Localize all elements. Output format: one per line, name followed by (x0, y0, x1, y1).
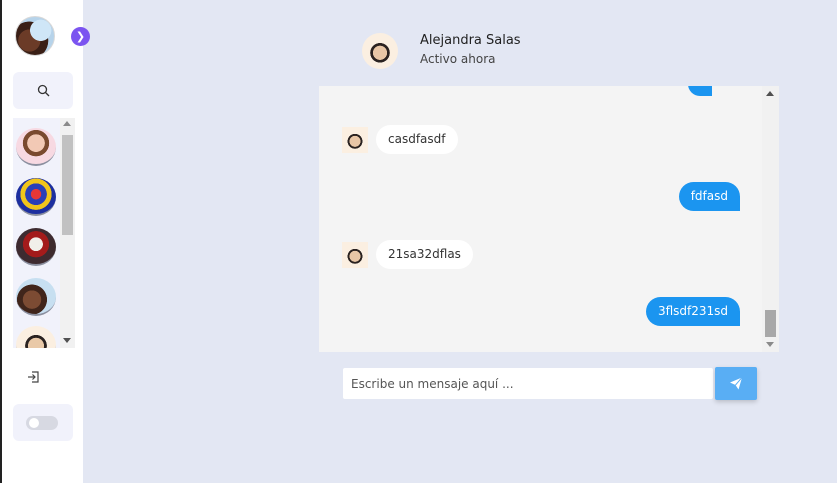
contact-avatar[interactable] (16, 326, 56, 348)
search-icon (37, 84, 50, 97)
scroll-down-arrow-icon[interactable] (63, 338, 71, 343)
contact-list-scrollbar[interactable] (60, 118, 75, 348)
expand-sidebar-button[interactable]: ❯ (71, 27, 90, 46)
theme-toggle-container (13, 404, 73, 441)
message-input[interactable] (343, 368, 713, 399)
send-button[interactable] (715, 367, 757, 400)
scroll-up-arrow-icon[interactable] (766, 91, 774, 96)
contact-status: Activo ahora (420, 52, 496, 66)
message-list-scrollbar[interactable] (762, 86, 779, 352)
contact-avatar-header (362, 33, 398, 69)
search-button[interactable] (13, 72, 73, 109)
contact-avatar[interactable] (16, 228, 56, 266)
contact-name: Alejandra Salas (420, 33, 521, 48)
contact-avatar[interactable] (16, 178, 56, 216)
message-avatar (342, 242, 368, 268)
message-bubble-received: 21sa32dflas (376, 240, 473, 269)
contact-avatar[interactable] (16, 128, 56, 166)
chevron-right-icon: ❯ (75, 30, 86, 43)
toggle-knob (29, 418, 39, 428)
paper-plane-icon (730, 377, 743, 390)
message-bubble-sent: fdfasd (678, 182, 740, 211)
scrollbar-thumb[interactable] (62, 135, 73, 235)
message-avatar (342, 127, 368, 153)
scrollbar-thumb[interactable] (765, 310, 776, 337)
message-input-wrapper (343, 368, 713, 399)
user-avatar[interactable] (15, 16, 55, 56)
logout-icon (28, 371, 39, 383)
message-bubble-received: casdfasdf (376, 125, 458, 154)
sidebar (2, 0, 83, 483)
contact-avatar[interactable] (16, 278, 56, 316)
message-bubble-sent: 3flsdf231sd (645, 297, 740, 326)
logout-button[interactable] (27, 369, 47, 389)
dark-mode-toggle[interactable] (26, 416, 58, 430)
message-bubble-sent-partial (688, 86, 712, 96)
contact-list[interactable] (13, 118, 75, 348)
scroll-up-arrow-icon[interactable] (63, 121, 71, 126)
scroll-down-arrow-icon[interactable] (766, 342, 774, 347)
